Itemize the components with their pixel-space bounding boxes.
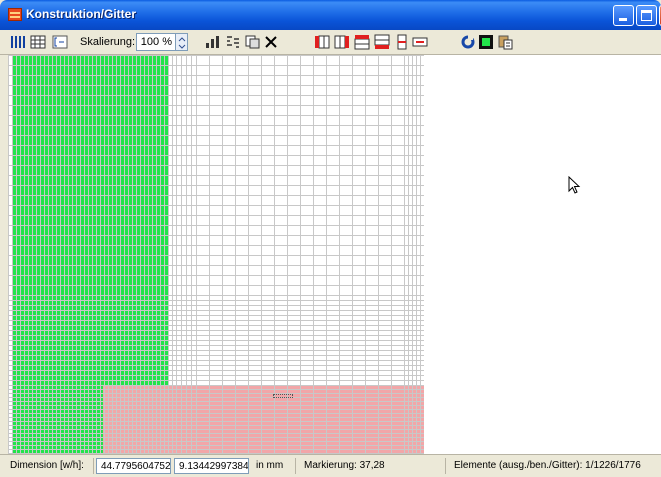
columns-icon[interactable] <box>10 34 26 50</box>
maximize-button[interactable] <box>636 5 657 26</box>
copy-grid-icon[interactable] <box>245 34 261 50</box>
bracket-icon[interactable] <box>52 34 68 50</box>
delete-row-icon[interactable] <box>412 34 428 50</box>
insert-row-below-icon[interactable] <box>374 34 390 50</box>
elements-readout: Elemente (ausg./ben./Gitter): 1/1226/177… <box>454 460 641 471</box>
table-grid-icon[interactable] <box>30 34 46 50</box>
green-square-icon[interactable] <box>478 34 494 50</box>
grid-canvas[interactable] <box>8 55 661 454</box>
distribute-icon[interactable] <box>205 34 221 50</box>
refresh-icon[interactable] <box>460 34 476 50</box>
selection-marker[interactable] <box>273 394 293 398</box>
grid-lines <box>8 55 424 454</box>
window-title: Konstruktion/Gitter <box>26 7 136 21</box>
title-bar[interactable]: Konstruktion/Gitter <box>0 0 661 30</box>
insert-column-right-icon[interactable] <box>334 34 350 50</box>
width-field[interactable]: 44.77956047528: <box>96 458 171 474</box>
dimension-label: Dimension [w/h]: <box>6 458 94 474</box>
mouse-cursor-icon <box>568 176 581 194</box>
align-grid-icon[interactable] <box>225 34 241 50</box>
toolbar: Skalierung: 100 % <box>0 30 661 55</box>
insert-row-above-icon[interactable] <box>354 34 370 50</box>
delete-icon[interactable] <box>263 34 279 50</box>
delete-column-icon[interactable] <box>394 34 410 50</box>
paste-icon[interactable] <box>498 34 514 50</box>
marking-readout: Markierung: 37,28 <box>300 458 446 474</box>
unit-label: in mm <box>252 458 296 474</box>
scale-input[interactable]: 100 % <box>136 33 176 51</box>
app-icon <box>8 8 22 21</box>
insert-column-left-icon[interactable] <box>314 34 330 50</box>
minimize-button[interactable] <box>613 5 634 26</box>
scale-spinner[interactable] <box>176 33 188 51</box>
height-field[interactable]: 9.13442997384O! <box>174 458 249 474</box>
status-bar: Dimension [w/h]: 44.77956047528: 9.13442… <box>0 454 661 477</box>
grid-area[interactable] <box>8 55 424 454</box>
scale-label: Skalierung: <box>80 36 136 48</box>
